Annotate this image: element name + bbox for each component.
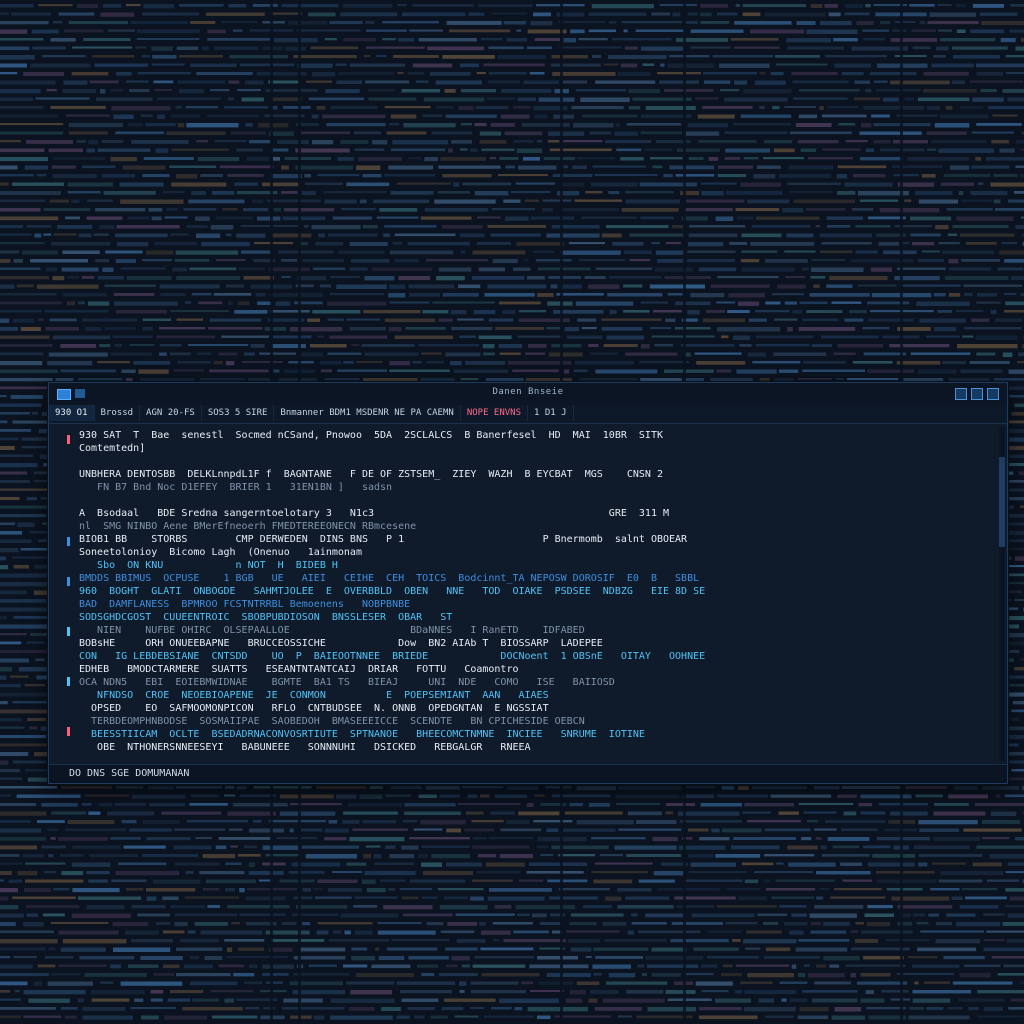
terminal-window: Danen Bnseie 930 O1 Brossd AGN 20-FS SOS3 5… [48,382,1008,784]
close-button[interactable] [987,388,999,400]
tab-bar: 930 O1 Brossd AGN 20-FS SOS3 5 SIRE Bnmanner… [49,405,1007,424]
tab-5[interactable]: NOPE ENVNS [461,405,528,421]
window-title: Danen Bnseie [492,387,564,397]
tab-3[interactable]: SOS3 5 SIRE [202,405,275,421]
terminal-line: BEESSTIICAM OCLTE BSEDADRNACONVOSRTIUTE … [79,729,645,740]
terminal-line: BAD DAMFLANESS BPMROO FCSTNTRRBL Bemoene… [79,599,411,610]
terminal-line: CON IG LEBDEBSIANE CNTSDD UO P BAIEOOTNN… [79,651,706,662]
terminal-line: BOBsHE ORH ONUEEBAPNE BRUCCEOSSICHE Dow … [79,638,603,649]
terminal-line: Comtemtedn] [79,443,146,454]
maximize-button[interactable] [971,388,983,400]
terminal-line: OCA NDN5 EBI EOIEBMWIDNAE BGMTE BA1 TS B… [79,677,615,688]
terminal-line: nl SMG NINBO Aene BMerEfneoerh FMEDTEREE… [79,521,417,532]
tab-2[interactable]: AGN 20-FS [140,405,202,421]
terminal-line: 960 BOGHT GLATI ONBOGDE SAHMTJOLEE E OVE… [79,586,706,597]
tab-4[interactable]: Bnmanner BDM1 MSDENR NE PA CAEMN [274,405,461,421]
tab-1[interactable]: Brossd [95,405,141,421]
terminal-line: 930 SAT T Bae senestl Socmed nCSand, Pno… [79,430,663,441]
terminal-line: EDHEB BMODCTARMERE SUATTS ESEANTNTANTCAI… [79,664,519,675]
terminal-line: SODSGHDCGOST CUUEENTROIC SBOBPUBDIOSON B… [79,612,453,623]
scrollbar[interactable] [999,427,1005,761]
terminal-line: BIOB1 BB STORBS CMP DERWEDEN DINS BNS P … [79,534,688,545]
window-titlebar: Danen Bnseie [49,383,1007,406]
terminal-line: NFNDSO CROE NEOEBIOAPENE JE CONMON E POE… [79,690,549,701]
terminal-line: BMDDS BBIMUS OCPUSE 1 BGB UE AIEI CEIHE … [79,573,700,584]
terminal-line: A Bsodaal BDE Sredna sangerntoelotary 3 … [79,508,670,519]
terminal-output[interactable]: 930 SAT T Bae senestl Socmed nCSand, Pno… [79,429,995,761]
minimize-button[interactable] [955,388,967,400]
status-text: DO DNS SGE DOMUMANAN [69,768,190,779]
terminal-line: Sbo ON KNU n NOT H BIDEB H [79,560,338,571]
line-gutter [61,427,75,763]
terminal-line: OPSED EO SAFMOOMONPICON RFLO CNTBUDSEE N… [79,703,549,714]
tab-6[interactable]: 1 D1 J [528,405,574,421]
error-marker-icon [67,727,70,736]
info-marker-icon [67,627,70,636]
info-marker-icon [67,577,70,586]
terminal-line: OBE NTHONERSNNEESEYI BABUNEEE SONNNUHI D… [79,742,531,753]
error-marker-icon [67,435,70,444]
terminal-line: TERBDEOMPHNBODSE SOSMAIIPAE SAOBEDOH BMA… [79,716,585,727]
terminal-line: NIEN NUFBE OHIRC OLSEPAALLOE BDaNNES I R… [79,625,585,636]
terminal-line: FN B7 Bnd Noc D1EFEY BRIER 1 31EN1BN ] s… [79,482,393,493]
terminal-line: UNBHERA DENTOSBB DELKLnnpdL1F f BAGNTANE… [79,469,663,480]
status-bar: DO DNS SGE DOMUMANAN [49,764,1007,783]
info-marker-icon [67,537,70,546]
tab-0[interactable]: 930 O1 [49,405,95,421]
scrollbar-thumb[interactable] [999,457,1005,547]
info-marker-icon [67,677,70,686]
terminal-line: Soneetolonioy Bicomo Lagh (Onenuo 1ainmo… [79,547,362,558]
